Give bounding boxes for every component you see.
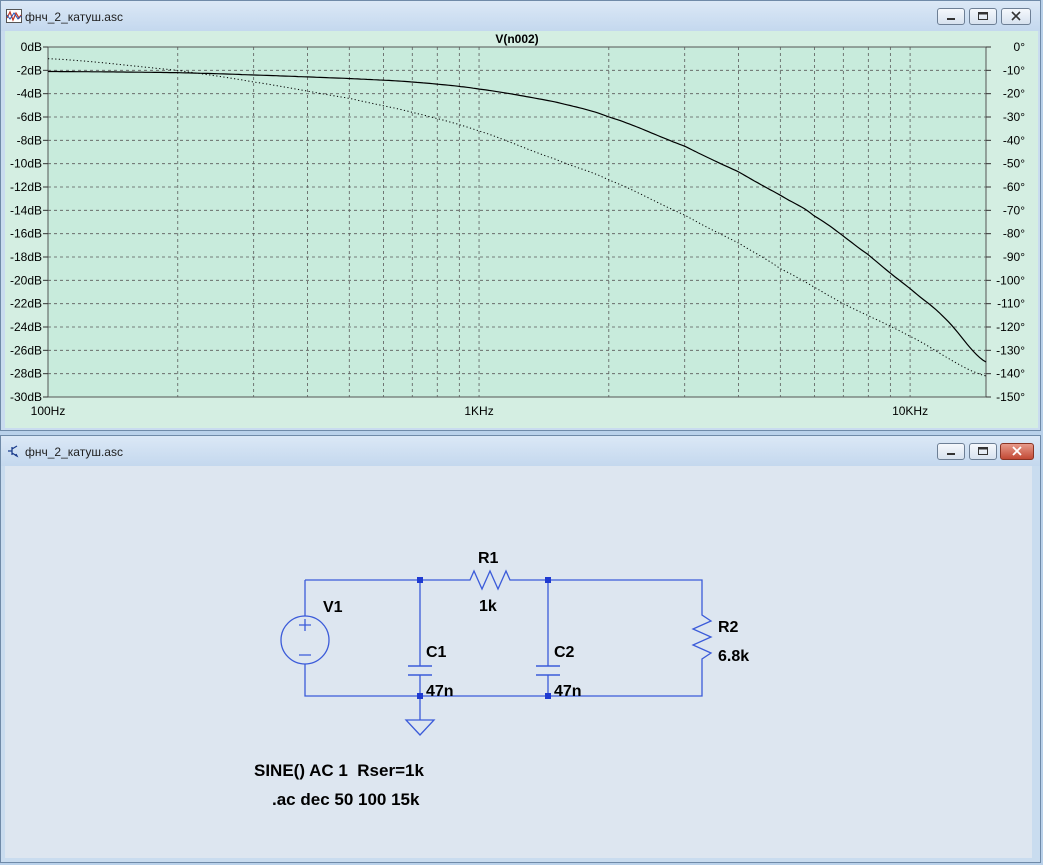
right-axis-tick-label: -70° (1003, 203, 1025, 217)
schematic-window-title: фнч_2_катуш.asc (25, 445, 123, 459)
x-axis-tick-label: 1KHz (464, 404, 493, 418)
r2-label[interactable]: R2 (718, 619, 739, 636)
plot-area[interactable]: 0dB -2dB -4dB -6dB -8dB -10dB -12dB -14dB -16dB -… (5, 31, 1038, 428)
right-axis-tick-label: -100° (996, 273, 1025, 287)
plot-window-titlebar[interactable]: фнч_2_катуш.asc (1, 1, 1040, 31)
junction-dot (417, 577, 423, 583)
junction-dot (417, 693, 423, 699)
schematic-icon (8, 445, 19, 458)
right-axis-tick-label: -130° (996, 343, 1025, 357)
right-axis-tick-label: -80° (1003, 227, 1025, 241)
source-directive[interactable]: SINE() AC 1 Rser=1k (254, 761, 424, 780)
left-axis-tick-label: -14dB (10, 203, 42, 217)
left-axis-tick-label: -16dB (10, 227, 42, 241)
schematic-window: фнч_2_катуш.asc V1 R1 1k R2 6.8k C1 47n … (0, 435, 1041, 863)
left-axis-tick-label: -10dB (10, 157, 42, 171)
minimize-icon (947, 453, 955, 455)
voltage-source-v1[interactable] (280, 615, 330, 665)
r2-value[interactable]: 6.8k (718, 648, 749, 665)
r1-label[interactable]: R1 (478, 550, 499, 567)
left-axis-tick-label: -28dB (10, 367, 42, 381)
ground-symbol[interactable] (404, 719, 436, 736)
right-axis-tick-label: -150° (996, 390, 1025, 404)
schematic-drawing[interactable]: V1 R1 1k R2 6.8k C1 47n C2 47n SINE() AC… (5, 466, 1032, 858)
left-axis-tick-label: -12dB (10, 180, 42, 194)
left-axis-tick-label: -8dB (17, 133, 42, 147)
right-axis-tick-label: -20° (1003, 87, 1025, 101)
left-axis-tick-label: -26dB (10, 343, 42, 357)
wire-top-right[interactable] (517, 579, 703, 611)
x-axis-tick-label: 100Hz (31, 404, 66, 418)
right-axis-tick-label: -90° (1003, 250, 1025, 264)
maximize-button[interactable] (969, 443, 997, 460)
schematic-window-titlebar[interactable]: фнч_2_катуш.asc (1, 436, 1040, 466)
left-axis-tick-label: -24dB (10, 320, 42, 334)
left-axis-tick-label: -18dB (10, 250, 42, 264)
right-axis-tick-label: -50° (1003, 157, 1025, 171)
minimize-button[interactable] (937, 8, 965, 25)
left-axis-tick-label: -30dB (10, 390, 42, 404)
c1-label[interactable]: C1 (426, 644, 447, 661)
wire-r2-bottom[interactable] (304, 663, 703, 697)
left-axis-tick-label: -22dB (10, 297, 42, 311)
minimize-icon (947, 18, 955, 20)
maximize-button[interactable] (969, 8, 997, 25)
plot-background (47, 46, 987, 398)
right-axis-tick-label: -120° (996, 320, 1025, 334)
v1-label[interactable]: V1 (323, 599, 343, 616)
junction-dots (417, 577, 551, 699)
schematic-canvas[interactable]: V1 R1 1k R2 6.8k C1 47n C2 47n SINE() AC… (5, 466, 1032, 858)
right-axis-tick-label: -110° (997, 297, 1025, 311)
c1-value[interactable]: 47n (426, 683, 454, 700)
close-button[interactable] (1001, 8, 1031, 25)
waveform-icon (6, 9, 22, 23)
c2-value[interactable]: 47n (554, 683, 582, 700)
minimize-button[interactable] (937, 443, 965, 460)
left-axis-tick-label: -4dB (17, 87, 42, 101)
right-axis-tick-label: 0° (1014, 40, 1026, 54)
c2-label[interactable]: C2 (554, 644, 575, 661)
r1-value[interactable]: 1k (479, 598, 497, 615)
x-axis-tick-label: 10KHz (892, 404, 928, 418)
close-icon (1012, 446, 1022, 456)
maximize-icon (978, 12, 988, 20)
left-axis-tick-label: -6dB (17, 110, 42, 124)
left-axis-tick-label: -20dB (10, 273, 42, 287)
resistor-r1[interactable] (463, 569, 517, 591)
plot-window: фнч_2_катуш.asc 0dB -2dB -4dB -6dB -8dB -10dB… (0, 0, 1041, 431)
trace-label[interactable]: V(n002) (495, 32, 538, 46)
right-axis-tick-label: -30° (1003, 110, 1025, 124)
maximize-icon (978, 447, 988, 455)
capacitor-c1[interactable] (408, 665, 432, 676)
close-button[interactable] (1000, 443, 1034, 460)
resistor-r2[interactable] (691, 611, 713, 663)
left-axis-tick-label: 0dB (21, 40, 42, 54)
analysis-directive[interactable]: .ac dec 50 100 15k (272, 790, 420, 809)
right-axis-tick-label: -10° (1003, 63, 1025, 77)
junction-dot (545, 577, 551, 583)
right-axis-tick-label: -40° (1003, 133, 1025, 147)
right-axis-tick-label: -140° (996, 367, 1025, 381)
junction-dot (545, 693, 551, 699)
right-axis-tick-label: -60° (1003, 180, 1025, 194)
left-axis-tick-label: -2dB (17, 63, 42, 77)
capacitor-c2[interactable] (536, 665, 560, 676)
waveform-plot[interactable]: 0dB -2dB -4dB -6dB -8dB -10dB -12dB -14dB -16dB -… (5, 31, 1038, 428)
close-icon (1011, 11, 1021, 21)
plot-window-title: фнч_2_катуш.asc (25, 10, 123, 24)
